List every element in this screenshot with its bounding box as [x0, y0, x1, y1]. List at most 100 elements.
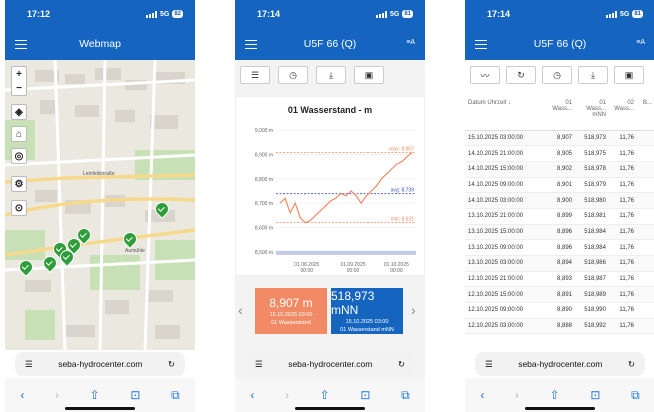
- back-icon[interactable]: ‹: [250, 388, 254, 402]
- reload-icon[interactable]: ↻: [628, 359, 635, 370]
- col-header[interactable]: B...: [637, 96, 654, 131]
- value-tile[interactable]: 518,973 mNN 15.10.2025 03:00 01 Wasserst…: [331, 288, 403, 334]
- table-view-button[interactable]: ☰: [240, 66, 270, 84]
- forward-icon[interactable]: ›: [515, 388, 519, 402]
- tabs-icon[interactable]: ⧉: [401, 388, 410, 403]
- table-row[interactable]: 12.10.2025 15:00:00 8,891 518,989 11,76: [465, 286, 654, 304]
- clock: 17:14: [487, 9, 511, 19]
- table-cell: 13.10.2025 15:00:00: [465, 224, 547, 241]
- table-cell: 518,987: [575, 271, 609, 288]
- table-cell: 13.10.2025 21:00:00: [465, 208, 547, 225]
- download-button[interactable]: ⤓: [316, 66, 346, 84]
- table-row[interactable]: 14.10.2025 09:00:00 8,901 518,979 11,76: [465, 177, 654, 194]
- page-title: Webmap: [79, 38, 121, 50]
- next-arrow-icon[interactable]: ›: [411, 302, 416, 318]
- y-tick-label: 8,700 m: [255, 201, 273, 207]
- hamburger-menu-icon[interactable]: [15, 39, 27, 49]
- table-row[interactable]: 12.10.2025 09:00:00 8,890 518,990 11,76: [465, 302, 654, 319]
- sort-icon[interactable]: ≡A: [406, 39, 415, 46]
- table-row[interactable]: 13.10.2025 15:00:00 8,896 518,984 11,76: [465, 224, 654, 241]
- avg-label: avg: 8,739: [391, 188, 415, 194]
- url-text: seba-hydrocenter.com: [58, 359, 143, 369]
- bookmarks-icon[interactable]: ⊡: [130, 388, 140, 402]
- table-cell: [637, 286, 654, 304]
- time-range-button[interactable]: ◷: [278, 66, 308, 84]
- signal-icon: [145, 10, 157, 18]
- forward-icon[interactable]: ›: [55, 388, 59, 402]
- url-bar[interactable]: ☰ seba-hydrocenter.com ↻: [15, 352, 185, 376]
- table-cell: 11,76: [609, 177, 637, 194]
- table-row[interactable]: 13.10.2025 09:00:00 8,896 518,984 11,76: [465, 239, 654, 256]
- url-bar[interactable]: ☰ seba-hydrocenter.com ↻: [475, 352, 645, 376]
- col-header[interactable]: 02 Wass...: [609, 96, 637, 131]
- col-header[interactable]: 01 Wass... mNN: [575, 96, 609, 131]
- table-row[interactable]: 13.10.2025 03:00:00 8,894 518,986 11,76: [465, 255, 654, 272]
- prev-arrow-icon[interactable]: ‹: [238, 302, 243, 318]
- chart-view-button[interactable]: 〰: [470, 66, 500, 84]
- layers-button[interactable]: ◈: [11, 104, 27, 120]
- table-cell: 8,894: [547, 255, 575, 272]
- image-export-button[interactable]: ▣: [354, 66, 384, 84]
- image-icon: ▣: [624, 69, 634, 80]
- share-icon[interactable]: ⇧: [320, 388, 330, 402]
- data-table[interactable]: Datum Uhrzeit ↓ 01 Wass... 01 Wass... mN…: [465, 96, 654, 344]
- col-header[interactable]: 01 Wass...: [547, 96, 575, 131]
- clock-icon: ◷: [289, 69, 297, 80]
- bookmarks-icon[interactable]: ⊡: [590, 388, 600, 402]
- reader-icon[interactable]: ☰: [25, 359, 33, 370]
- water-level-chart[interactable]: 9,000 m 8,900 m 8,800 m 8,700 m 8,600 m 8,500…: [236, 97, 424, 275]
- pin-button[interactable]: ⊙: [11, 200, 27, 216]
- table-cell: 518,989: [575, 286, 609, 304]
- zoom-out-button[interactable]: −: [11, 81, 27, 95]
- table-cell: 518,975: [575, 145, 609, 162]
- time-range-button[interactable]: ◷: [542, 66, 572, 84]
- sort-icon[interactable]: ≡A: [636, 39, 645, 46]
- table-row[interactable]: 12.10.2025 21:00:00 8,893 518,987 11,76: [465, 271, 654, 288]
- table-row[interactable]: 13.10.2025 21:00:00 8,899 518,981 11,76: [465, 208, 654, 225]
- col-header-datetime[interactable]: Datum Uhrzeit ↓: [465, 96, 547, 131]
- zoom-in-button[interactable]: +: [11, 67, 27, 81]
- table-cell: [637, 271, 654, 288]
- tabs-icon[interactable]: ⧉: [171, 388, 180, 403]
- back-icon[interactable]: ‹: [480, 388, 484, 402]
- tile-value: 518,973 mNN: [331, 289, 375, 317]
- forward-icon[interactable]: ›: [285, 388, 289, 402]
- table-cell: 11,76: [609, 224, 637, 241]
- hamburger-menu-icon[interactable]: [475, 39, 487, 49]
- table-cell: 518,984: [575, 239, 609, 256]
- table-row[interactable]: 14.10.2025 21:00:00 8,905 518,975 11,76: [465, 145, 654, 162]
- image-export-button[interactable]: ▣: [614, 66, 644, 84]
- table-cell: 8,891: [547, 286, 575, 304]
- reload-icon[interactable]: ↻: [398, 359, 405, 370]
- reload-icon[interactable]: ↻: [168, 359, 175, 370]
- share-icon[interactable]: ⇧: [90, 388, 100, 402]
- back-icon[interactable]: ‹: [20, 388, 24, 402]
- table-cell: 518,981: [575, 208, 609, 225]
- table-row[interactable]: 12.10.2025 03:00:00 8,888 518,992 11,76: [465, 318, 654, 335]
- url-bar[interactable]: ☰ seba-hydrocenter.com ↻: [245, 352, 415, 376]
- map-view[interactable]: Leinfeldstraße Aumühle + − ◈ ⌂ ◎ ⚙ ⊙: [5, 60, 195, 350]
- clock: 17:14: [257, 9, 281, 19]
- table-row[interactable]: 14.10.2025 15:00:00 8,902 518,978 11,76: [465, 161, 654, 178]
- refresh-button[interactable]: ↻: [506, 66, 536, 84]
- share-icon[interactable]: ⇧: [550, 388, 560, 402]
- reader-icon[interactable]: ☰: [255, 359, 263, 370]
- table-cell: 14.10.2025 03:00:00: [465, 192, 547, 209]
- phone-webmap: 17:12 5G 82 Webmap Leinfeldstraße Aumühl…: [5, 0, 195, 412]
- locate-button[interactable]: ◎: [11, 148, 27, 164]
- table-cell: 11,76: [609, 130, 637, 147]
- home-button[interactable]: ⌂: [11, 126, 27, 142]
- hamburger-menu-icon[interactable]: [245, 39, 257, 49]
- settings-button[interactable]: ⚙: [11, 176, 27, 192]
- table-cell: [637, 239, 654, 256]
- table-row[interactable]: 15.10.2025 03:00:00 8,907 518,973 11,76: [465, 130, 654, 147]
- table-row[interactable]: 14.10.2025 03:00:00 8,900 518,980 11,76: [465, 192, 654, 209]
- table-cell: 12.10.2025 15:00:00: [465, 286, 547, 304]
- reader-icon[interactable]: ☰: [485, 359, 493, 370]
- table-cell: 11,76: [609, 161, 637, 178]
- download-button[interactable]: ⤓: [578, 66, 608, 84]
- bookmarks-icon[interactable]: ⊡: [360, 388, 370, 402]
- value-tile[interactable]: 8,907 m 15.10.2025 03:00 01 Wasserstand: [255, 288, 327, 334]
- tile-label: 01 Wasserstand mNN: [340, 327, 394, 333]
- tabs-icon[interactable]: ⧉: [631, 388, 640, 403]
